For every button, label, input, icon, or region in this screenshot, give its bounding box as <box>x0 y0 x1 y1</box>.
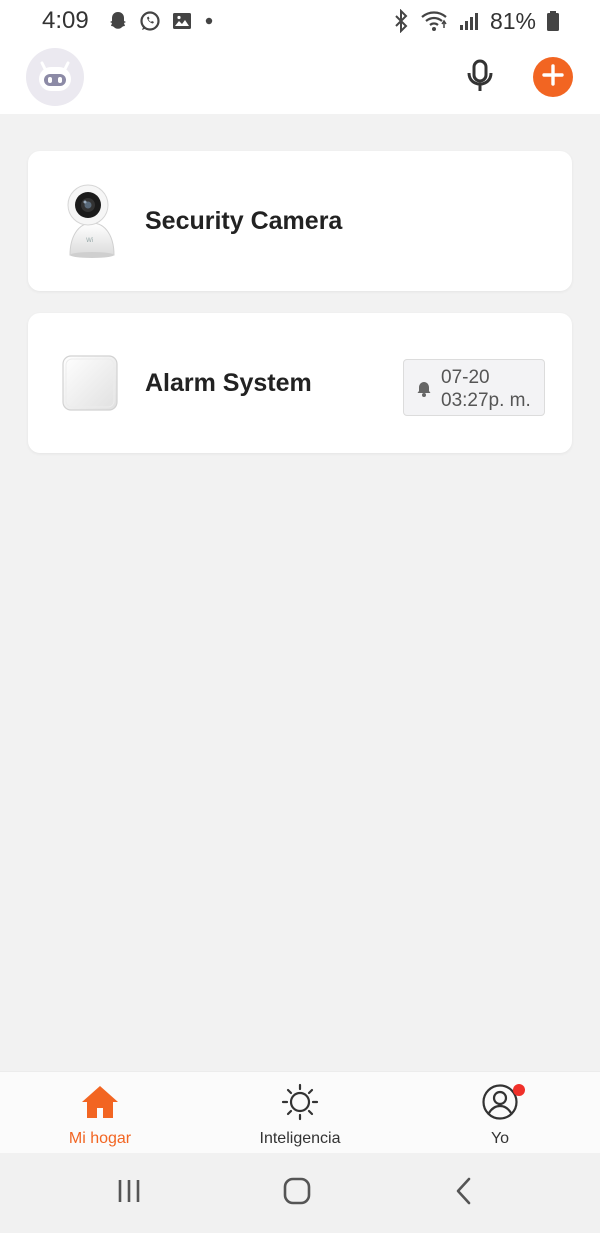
whatsapp-icon <box>139 10 161 32</box>
alarm-hub-icon <box>60 353 120 413</box>
robot-avatar-icon <box>35 55 75 100</box>
dot-icon <box>203 10 215 32</box>
recents-icon <box>113 1177 145 1210</box>
app-header <box>0 42 600 114</box>
avatar[interactable] <box>26 48 84 106</box>
tab-mi-hogar[interactable]: Mi hogar <box>0 1072 200 1154</box>
alarm-event-badge[interactable]: 07-20 03:27p. m. <box>403 359 545 416</box>
home-square-icon <box>282 1176 312 1211</box>
back-button[interactable] <box>448 1175 480 1211</box>
wifi-icon <box>420 9 448 33</box>
bluetooth-icon <box>392 9 410 33</box>
bell-icon <box>416 380 432 403</box>
status-right: 81% <box>392 8 560 35</box>
tab-label: Yo <box>490 1130 510 1147</box>
device-card-security-camera[interactable]: Wi Security Camera <box>28 151 572 291</box>
device-name: Alarm System <box>145 369 312 397</box>
tab-label: Mi hogar <box>68 1130 132 1147</box>
chevron-left-icon <box>453 1176 475 1211</box>
home-icon <box>80 1082 120 1122</box>
svg-text:Wi: Wi <box>86 237 94 244</box>
sun-icon <box>280 1082 320 1122</box>
status-time: 4:09 <box>42 7 89 34</box>
signal-icon <box>458 10 480 32</box>
bottom-tab-bar: Mi hogar Inteligencia Yo <box>0 1071 600 1153</box>
tab-label: Inteligencia <box>259 1130 341 1147</box>
add-device-button[interactable] <box>533 57 573 97</box>
battery-icon <box>546 9 560 33</box>
recents-button[interactable] <box>108 1175 150 1211</box>
gallery-icon <box>171 10 193 32</box>
microphone-icon <box>464 59 496 98</box>
profile-icon <box>481 1082 525 1122</box>
device-name: Security Camera <box>145 207 343 235</box>
snapchat-icon <box>107 10 129 32</box>
alarm-date: 07-20 <box>441 367 490 388</box>
status-left: 4:09 <box>42 7 215 35</box>
plus-icon <box>542 63 564 91</box>
microphone-button[interactable] <box>462 59 498 98</box>
device-card-alarm-system[interactable]: Alarm System 07-20 03:27p. m. <box>28 313 572 453</box>
system-nav-bar <box>0 1153 600 1233</box>
camera-device-icon: Wi <box>60 183 124 259</box>
notification-badge <box>513 1084 525 1096</box>
home-nav-button[interactable] <box>278 1175 316 1211</box>
battery-percent: 81% <box>489 7 536 34</box>
alarm-time: 03:27p. m. <box>441 390 531 411</box>
tab-yo[interactable]: Yo <box>400 1072 600 1154</box>
status-bar: 4:09 81% <box>0 0 600 42</box>
tab-inteligencia[interactable]: Inteligencia <box>200 1072 400 1154</box>
